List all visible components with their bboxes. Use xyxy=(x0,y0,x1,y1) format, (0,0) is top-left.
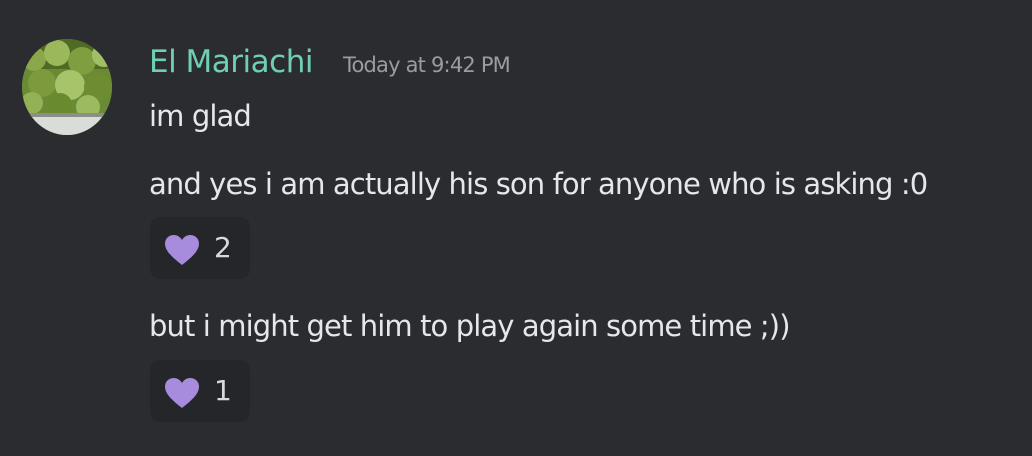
purple-heart-icon xyxy=(165,378,199,408)
message-timestamp[interactable]: Today at 9:42 PM xyxy=(343,52,511,78)
reaction-count: 1 xyxy=(214,374,232,407)
purple-heart-icon xyxy=(165,235,199,265)
reaction-button[interactable]: 1 xyxy=(150,360,250,422)
avatar[interactable] xyxy=(22,39,112,135)
message-author[interactable]: El Mariachi xyxy=(149,42,313,82)
message-line: but i might get him to play again some t… xyxy=(149,309,791,343)
avatar-image xyxy=(22,39,112,135)
reaction-button[interactable]: 2 xyxy=(150,217,250,279)
chat-view: El Mariachi Today at 9:42 PM im glad and… xyxy=(0,0,1032,456)
message-line: im glad xyxy=(149,99,252,133)
reaction-count: 2 xyxy=(214,231,232,264)
message-line: and yes i am actually his son for anyone… xyxy=(149,167,928,201)
